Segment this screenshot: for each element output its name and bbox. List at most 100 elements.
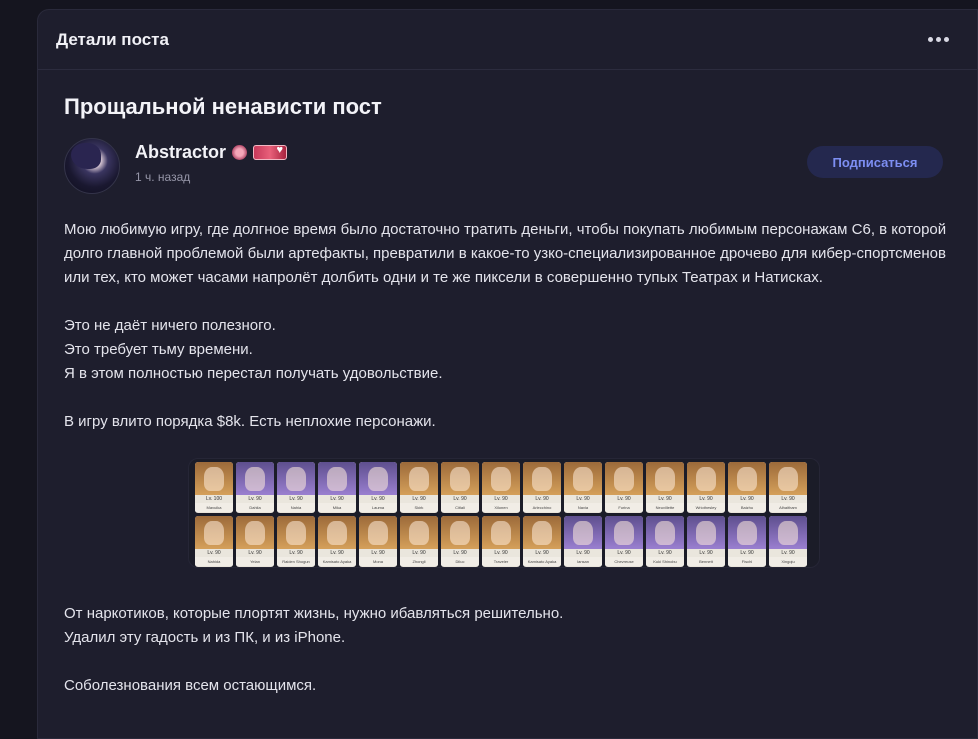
character-level: Lv. 90 xyxy=(236,495,274,503)
card-header: Детали поста xyxy=(38,10,977,70)
character-card: Lv. 90 Furina xyxy=(605,462,643,513)
character-card: Lv. 90 Navia xyxy=(564,462,602,513)
character-portrait xyxy=(277,462,315,495)
character-portrait xyxy=(523,516,561,549)
character-level: Lv. 90 xyxy=(359,495,397,503)
character-level: Lv. 90 xyxy=(605,495,643,503)
character-level: Lv. 90 xyxy=(400,549,438,557)
character-level: Lv. 90 xyxy=(687,495,725,503)
more-options-icon[interactable] xyxy=(928,31,949,48)
character-portrait xyxy=(646,462,684,495)
character-name: Xingqiu xyxy=(769,557,807,566)
character-name: Fischl xyxy=(728,557,766,566)
character-card: Lv. 90 Citlali xyxy=(441,462,479,513)
character-portrait xyxy=(400,516,438,549)
character-card: Lv. 90 Mona xyxy=(359,516,397,567)
character-name: Raiden Shogun xyxy=(277,557,315,566)
character-level: Lv. 90 xyxy=(523,549,561,557)
character-portrait xyxy=(769,516,807,549)
character-level: Lv. 90 xyxy=(441,549,479,557)
character-name: Arlecchino xyxy=(523,503,561,512)
character-level: Lv. 90 xyxy=(687,549,725,557)
character-portrait xyxy=(318,516,356,549)
character-level: Lv. 90 xyxy=(564,495,602,503)
author-name-line: Abstractor xyxy=(135,142,288,163)
character-portrait xyxy=(605,462,643,495)
character-level: Lv. 90 xyxy=(728,495,766,503)
dot xyxy=(944,37,949,42)
character-card: Lv. 90 Bennett xyxy=(687,516,725,567)
character-name: Kamisato Ayaka xyxy=(523,557,561,566)
character-card: Lv. 90 Alhaitham xyxy=(769,462,807,513)
character-card: Lv. 90 Baizhu xyxy=(728,462,766,513)
character-level: Lv. 90 xyxy=(318,495,356,503)
character-card: Lv. 90 Nahida xyxy=(195,516,233,567)
character-name: Nahia xyxy=(277,503,315,512)
character-card: Lv. 90 Kuki Shinobu xyxy=(646,516,684,567)
character-portrait xyxy=(359,516,397,549)
post-timestamp: 1 ч. назад xyxy=(135,170,191,184)
character-name: Mika xyxy=(318,503,356,512)
character-name: Furina xyxy=(605,503,643,512)
character-card: Lv. 100 Mavuika xyxy=(195,462,233,513)
character-name: Alhaitham xyxy=(769,503,807,512)
character-portrait xyxy=(277,516,315,549)
character-level: Lv. 100 xyxy=(195,495,233,503)
character-card: Lv. 90 Zhongli xyxy=(400,516,438,567)
character-card: Lv. 90 Iansan xyxy=(564,516,602,567)
character-portrait xyxy=(523,462,561,495)
post-line: В игру влито порядка $8k. Есть неплохие … xyxy=(64,413,436,430)
characters-screenshot[interactable]: Lv. 100 Mavuika Lv. 90 Dahlia Lv. 90 Nahia Lv.… xyxy=(188,458,820,568)
post-line: Это не даёт ничего полезного. xyxy=(64,317,276,334)
character-card: Lv. 90 Mika xyxy=(318,462,356,513)
character-name: Mona xyxy=(359,557,397,566)
dot xyxy=(936,37,941,42)
character-name: Zhongli xyxy=(400,557,438,566)
character-level: Lv. 90 xyxy=(564,549,602,557)
heart-badge-icon xyxy=(253,144,288,160)
character-name: Yelan xyxy=(236,557,274,566)
character-portrait xyxy=(482,516,520,549)
character-name: Navia xyxy=(564,503,602,512)
character-level: Lv. 90 xyxy=(195,549,233,557)
avatar[interactable] xyxy=(64,138,120,194)
character-card: Lv. 90 Lauma xyxy=(359,462,397,513)
character-name: Baizhu xyxy=(728,503,766,512)
character-card: Lv. 90 Arlecchino xyxy=(523,462,561,513)
character-level: Lv. 90 xyxy=(400,495,438,503)
character-name: Kamisato Ayaka xyxy=(318,557,356,566)
subscribe-button[interactable]: Подписаться xyxy=(807,146,943,178)
character-name: Chevreuse xyxy=(605,557,643,566)
character-level: Lv. 90 xyxy=(646,549,684,557)
character-name: Citlali xyxy=(441,503,479,512)
badge-icon xyxy=(232,145,248,160)
character-portrait xyxy=(236,516,274,549)
character-row: Lv. 90 Nahida Lv. 90 Yelan Lv. 90 Raiden Shog… xyxy=(195,516,813,567)
character-row: Lv. 100 Mavuika Lv. 90 Dahlia Lv. 90 Nahia Lv.… xyxy=(195,462,813,513)
character-name: Mavuika xyxy=(195,503,233,512)
character-portrait xyxy=(769,462,807,495)
character-card: Lv. 90 Traveler xyxy=(482,516,520,567)
character-level: Lv. 90 xyxy=(769,495,807,503)
character-portrait xyxy=(441,462,479,495)
author-name[interactable]: Abstractor xyxy=(135,142,226,163)
character-name: Xilonen xyxy=(482,503,520,512)
character-level: Lv. 90 xyxy=(769,549,807,557)
post-line: Соболезнования всем остающимся. xyxy=(64,677,317,694)
character-card: Lv. 90 Diluc xyxy=(441,516,479,567)
character-card: Lv. 90 Kamisato Ayaka xyxy=(318,516,356,567)
character-level: Lv. 90 xyxy=(646,495,684,503)
character-level: Lv. 90 xyxy=(277,549,315,557)
character-portrait xyxy=(482,462,520,495)
character-name: Lauma xyxy=(359,503,397,512)
character-card: Lv. 90 Chevreuse xyxy=(605,516,643,567)
dot xyxy=(928,37,933,42)
character-portrait xyxy=(441,516,479,549)
card-title: Детали поста xyxy=(56,29,169,49)
character-card: Lv. 90 Xingqiu xyxy=(769,516,807,567)
character-card: Lv. 90 Dahlia xyxy=(236,462,274,513)
character-portrait xyxy=(400,462,438,495)
character-level: Lv. 90 xyxy=(318,549,356,557)
character-portrait xyxy=(605,516,643,549)
character-level: Lv. 90 xyxy=(482,495,520,503)
